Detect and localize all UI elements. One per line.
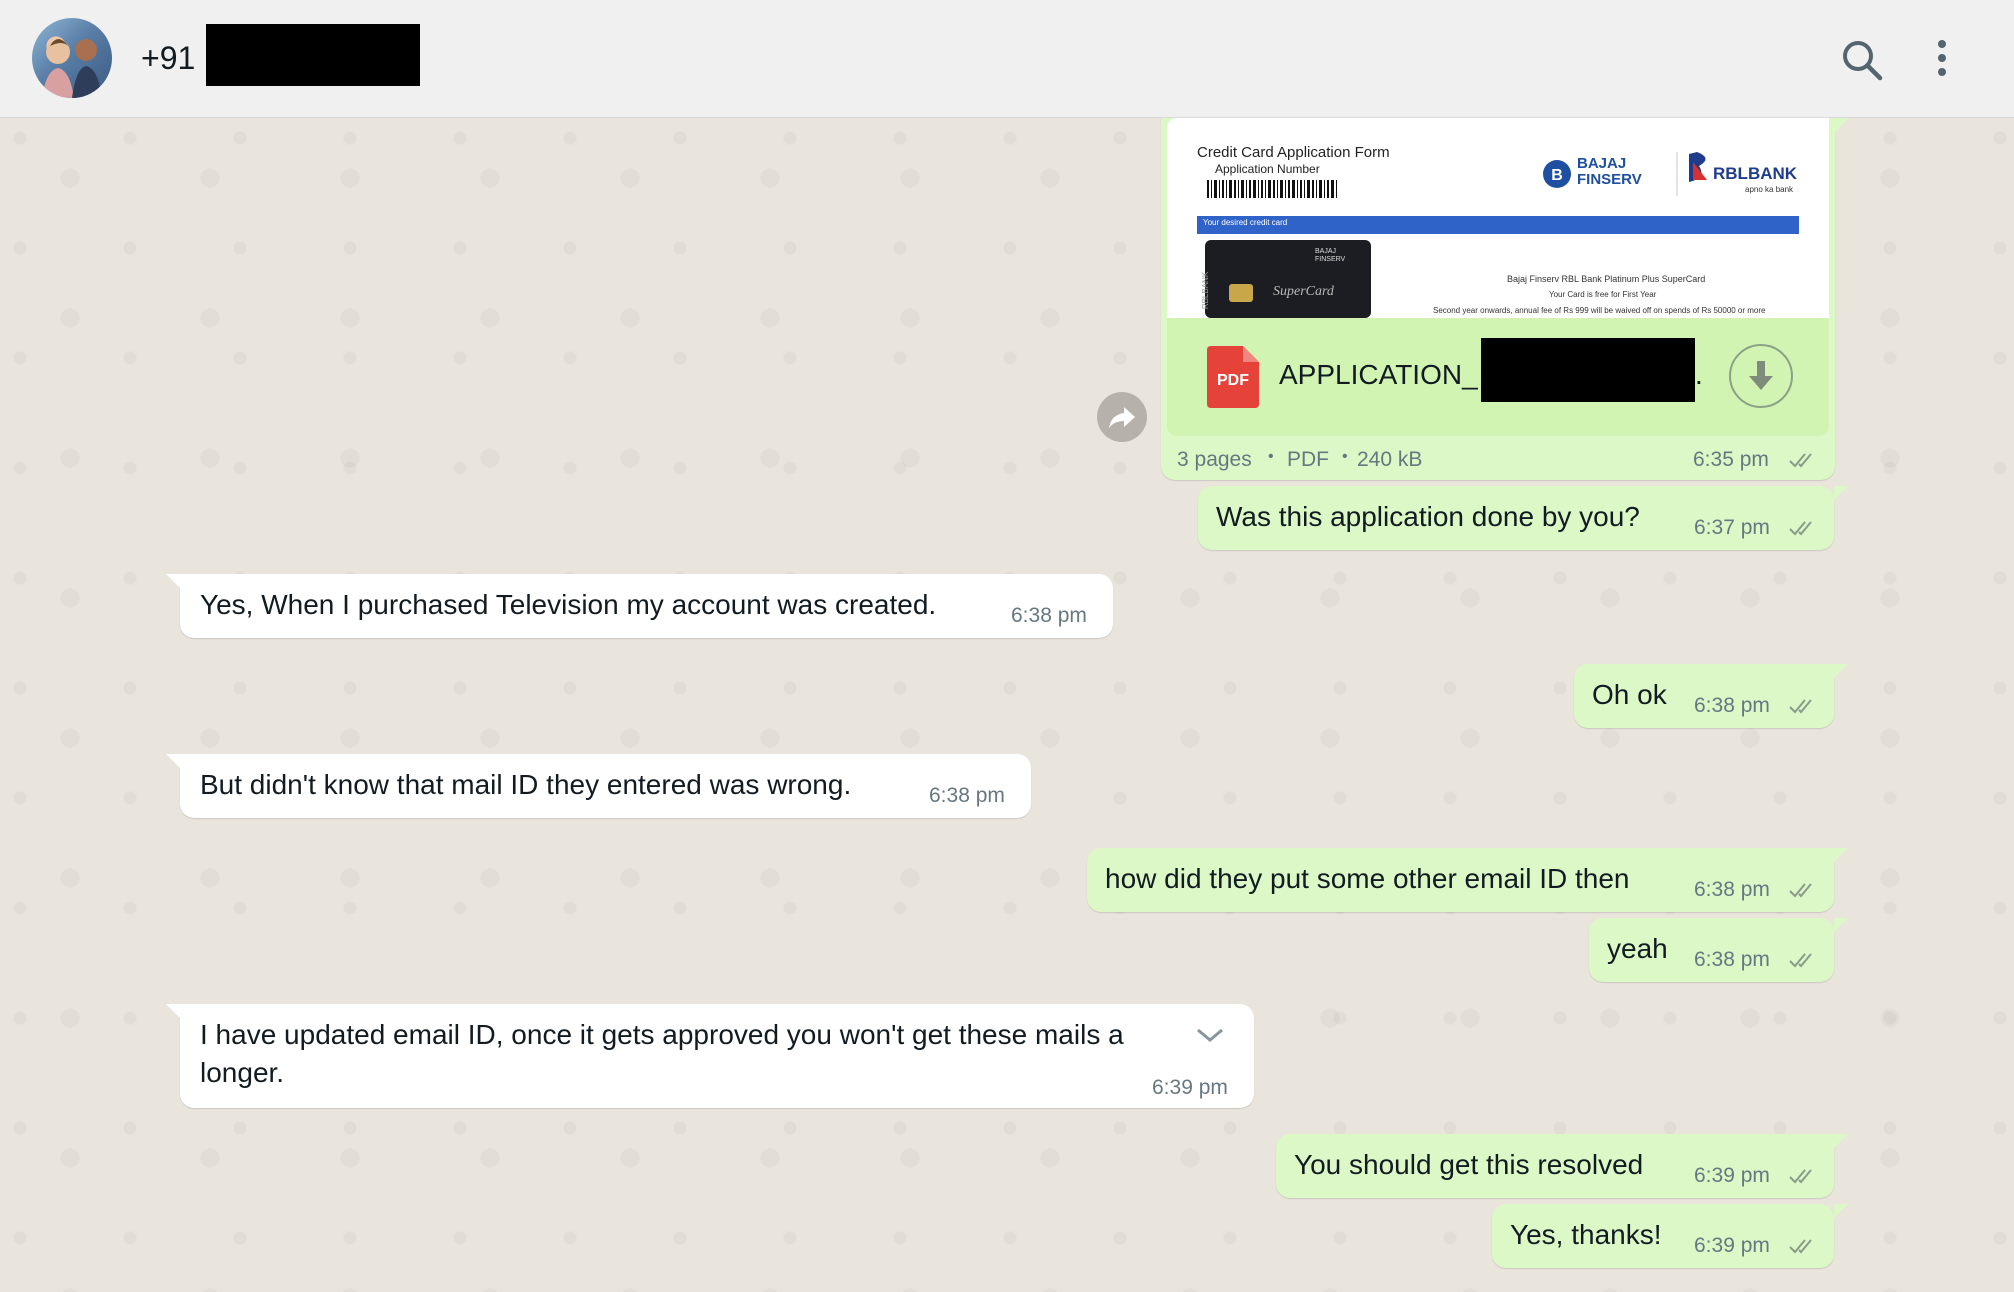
incoming-message[interactable]: I have updated email ID, once it gets ap… xyxy=(166,1004,1254,1108)
preview-line-2: Your Card is free for First Year xyxy=(1549,290,1657,299)
document-file-row[interactable]: PDF APPLICATION_ . xyxy=(1167,318,1829,436)
message-text: Yes, When I purchased Television my acco… xyxy=(200,589,937,620)
message-text: Was this application done by you? xyxy=(1216,501,1640,532)
document-meta-type: PDF xyxy=(1287,448,1329,471)
message-text: Yes, thanks! xyxy=(1510,1219,1662,1250)
message-time: 6:39 pm xyxy=(1694,1164,1770,1187)
pdf-icon-label: PDF xyxy=(1217,372,1249,389)
outgoing-message[interactable]: Oh ok 6:38 pm xyxy=(1574,664,1848,728)
incoming-message[interactable]: But didn't know that mail ID they entere… xyxy=(166,754,1031,818)
redaction-box xyxy=(206,24,420,86)
outgoing-message[interactable]: how did they put some other email ID the… xyxy=(1087,848,1848,912)
download-icon[interactable] xyxy=(1729,344,1793,408)
message-text: But didn't know that mail ID they entere… xyxy=(200,769,852,800)
preview-title: Credit Card Application Form xyxy=(1197,144,1390,161)
message-text: I have updated email ID, once it gets ap… xyxy=(200,1016,1170,1054)
message-list[interactable]: B Credit Card Application Form Applicati… xyxy=(0,118,2014,1292)
more-vertical-icon[interactable] xyxy=(1926,34,1958,84)
chat-header: +91 xyxy=(0,0,2014,118)
outgoing-message[interactable]: Was this application done by you? 6:37 p… xyxy=(1198,486,1848,550)
double-check-icon xyxy=(1789,1239,1812,1254)
document-preview[interactable]: B Credit Card Application Form Applicati… xyxy=(1167,118,1829,318)
message-text: Oh ok xyxy=(1592,679,1667,710)
double-check-icon xyxy=(1789,1169,1812,1184)
document-file-name-suffix: . xyxy=(1695,359,1703,390)
preview-band-text: Your desired credit card xyxy=(1203,218,1288,227)
meta-separator: • xyxy=(1268,448,1274,465)
preview-brand-right: RBLBANK xyxy=(1713,164,1798,183)
message-text: how did they put some other email ID the… xyxy=(1105,863,1630,894)
message-text: You should get this resolved xyxy=(1294,1149,1644,1180)
message-time: 6:38 pm xyxy=(929,784,1005,807)
message-text: yeah xyxy=(1607,933,1668,964)
message-time: 6:38 pm xyxy=(1694,878,1770,901)
document-message[interactable]: B Credit Card Application Form Applicati… xyxy=(1161,118,1849,480)
message-time: 6:39 pm xyxy=(1152,1076,1228,1099)
incoming-message[interactable]: Yes, When I purchased Television my acco… xyxy=(166,574,1113,638)
forward-icon[interactable] xyxy=(1097,392,1147,442)
preview-brand-left: BAJAJ FINSERV xyxy=(1577,155,1642,188)
double-check-icon xyxy=(1789,699,1812,714)
message-time: 6:37 pm xyxy=(1694,516,1770,539)
message-time: 6:39 pm xyxy=(1694,1234,1770,1257)
message-time: 6:38 pm xyxy=(1694,948,1770,971)
message-time: 6:38 pm xyxy=(1011,604,1087,627)
document-meta-pages: 3 pages xyxy=(1177,448,1252,471)
document-meta-size: 240 kB xyxy=(1357,448,1423,471)
message-time: 6:35 pm xyxy=(1693,448,1769,471)
document-file-name: APPLICATION_ xyxy=(1279,359,1478,390)
double-check-icon xyxy=(1789,953,1812,968)
preview-line-3: Second year onwards, annual fee of Rs 99… xyxy=(1433,306,1766,315)
pdf-file-icon: PDF xyxy=(1207,346,1259,408)
double-check-icon xyxy=(1789,521,1812,536)
chevron-down-icon[interactable] xyxy=(1170,1012,1230,1056)
double-check-icon xyxy=(1789,453,1812,468)
preview-subtitle: Application Number xyxy=(1215,162,1320,176)
preview-brand-tagline: apno ka bank xyxy=(1745,185,1794,194)
message-time: 6:38 pm xyxy=(1694,694,1770,717)
outgoing-message[interactable]: You should get this resolved 6:39 pm xyxy=(1276,1134,1848,1198)
preview-card-name: SuperCard xyxy=(1273,284,1334,299)
contact-avatar[interactable] xyxy=(32,18,112,98)
message-text-line: longer. xyxy=(200,1057,285,1088)
outgoing-message[interactable]: yeah 6:38 pm xyxy=(1589,918,1848,982)
preview-card-brand: BAJAJ FINSERV xyxy=(1315,248,1346,263)
message-text-line: I have updated email ID, once it gets ap… xyxy=(200,1019,1124,1050)
contact-name[interactable]: +91 xyxy=(141,38,195,78)
preview-line-1: Bajaj Finserv RBL Bank Platinum Plus Sup… xyxy=(1507,274,1706,284)
file-name-redaction xyxy=(1481,338,1695,402)
preview-card-side: RBLBANK xyxy=(1201,271,1211,310)
svg-text:B: B xyxy=(1551,167,1563,184)
double-check-icon xyxy=(1789,883,1812,898)
search-icon[interactable] xyxy=(1838,36,1886,84)
outgoing-message[interactable]: Yes, thanks! 6:39 pm xyxy=(1492,1204,1848,1268)
meta-separator: • xyxy=(1342,448,1348,465)
